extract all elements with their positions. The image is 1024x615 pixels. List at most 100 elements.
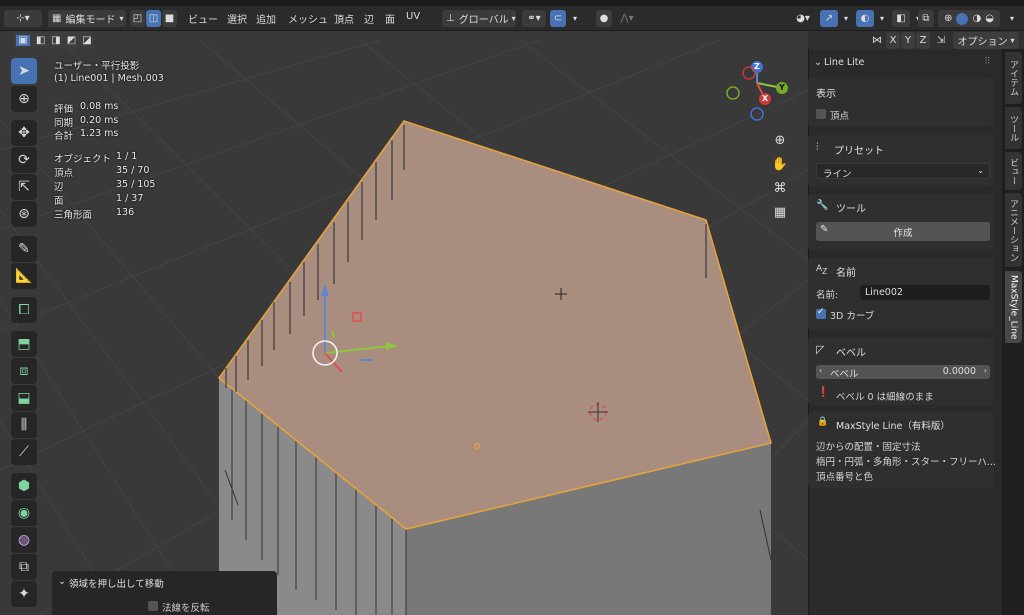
gizmo-menu[interactable]: ▾ [840,10,852,27]
select-intersect-icon[interactable]: ◪ [82,35,91,46]
cursor-tool[interactable]: ⊕ [11,86,37,112]
camera-icon[interactable]: ⌘ [770,178,790,198]
mesh-options-icon[interactable]: ⇲ [934,32,948,49]
3d-viewport[interactable]: Z Y X ⊕ ✋ ⌘ ▦ [0,31,808,615]
menu-face[interactable]: 面 [385,11,395,26]
gizmo-x-label[interactable]: X [762,94,768,103]
name-input[interactable]: Line002 [860,285,990,300]
select-new-icon[interactable]: ▣ [16,35,30,46]
pencil-icon: ✎ [820,224,829,235]
poly-build-tool[interactable]: ⬢ [11,473,37,499]
falloff-menu[interactable]: ⋀▾ [614,10,640,27]
solid-shading-icon[interactable] [956,12,969,25]
sidebar-header-title[interactable]: Line Lite [824,57,864,68]
flip-normals-checkbox[interactable] [148,601,158,611]
preset-dropdown[interactable]: ライン ⌄ [816,163,990,180]
xray-toggle[interactable]: ⧉ [918,10,934,27]
menu-vertex[interactable]: 頂点 [334,11,354,26]
menu-edge[interactable]: 辺 [364,11,374,26]
chevron-left-icon[interactable]: ‹ [819,366,822,375]
annotate-tool[interactable]: ✎ [11,236,37,262]
transform-orientation-select[interactable]: ⊥ グローバル ▾ [442,10,516,27]
options-dropdown[interactable]: オプション ▾ [953,32,1019,49]
stat-label: 辺 [54,182,64,193]
mode-label: 編集モード [65,15,116,26]
mirror-icon[interactable]: ⋈ [868,32,886,49]
measure-tool[interactable]: 📐 [11,263,37,289]
overlay-menu[interactable]: ▾ [876,10,888,27]
create-label: 作成 [893,227,913,239]
rotate-tool[interactable]: ⟳ [11,147,37,173]
proportional-edit-button[interactable]: ● [596,10,612,27]
scale-tool[interactable]: ⇱ [11,174,37,200]
drag-handle-icon[interactable]: ⠿ [984,57,991,67]
overlay-toggle[interactable]: ◐ [856,10,874,27]
editor-type-button[interactable]: ⊹▾ [4,10,42,27]
select-subtract-icon[interactable]: ◨ [51,35,60,46]
extrude-tool[interactable]: ⬒ [11,331,37,357]
select-extend-icon[interactable]: ◧ [36,35,45,46]
menu-uv[interactable]: UV [406,11,420,22]
smooth-tool[interactable]: ◍ [11,527,37,553]
knife-tool[interactable]: ⟋ [11,439,37,465]
menu-add[interactable]: 追加 [256,11,276,26]
select-box-tool[interactable]: ➤ [11,58,37,84]
last-operator-panel[interactable]: ⌄ 領域を押し出して移動 法線を反転 [52,571,277,615]
wireframe-shading-icon[interactable]: ⊕ [944,13,952,24]
name-title: 名前 [836,268,856,279]
bevel-icon: ⬓ [17,390,31,406]
snap-menu[interactable]: ▾ [568,10,582,27]
mesh-overlay-toggle[interactable]: ◧ [892,10,910,27]
curve-3d-checkbox[interactable]: ✓ [816,307,826,319]
menu-select[interactable]: 選択 [227,11,247,26]
move-tool[interactable]: ✥ [11,120,37,146]
snap-toggle[interactable]: ⊂ [550,10,566,27]
chevron-down-icon: ▾ [879,14,884,23]
gizmo-y-label[interactable]: Y [779,83,785,92]
vertex-checkbox[interactable] [816,109,826,119]
menu-mesh[interactable]: メッシュ [288,11,328,26]
vertex-select-button[interactable]: ◰ [130,10,145,27]
chevron-right-icon[interactable]: › [984,366,987,375]
tab-tool-label: ツール [1008,114,1018,142]
preset-title: プリセット [834,146,884,157]
edge-select-button[interactable]: ◫ [146,10,161,27]
gizmo-toggle[interactable]: ↗ [820,10,838,27]
select-invert-icon[interactable]: ◩ [67,35,76,46]
rendered-shading-icon[interactable]: ◒ [985,13,994,24]
add-cube-tool[interactable]: ⧠ [11,297,37,323]
preset-value: ライン [823,169,852,180]
shading-menu[interactable]: ▾ [1004,10,1020,27]
tab-item[interactable]: アイテム [1005,52,1022,104]
chevron-down-icon: ▾ [1010,36,1015,45]
gizmo-z-label[interactable]: Z [754,62,760,71]
shrink-fatten-tool[interactable]: ✦ [11,581,37,607]
axis-y-toggle[interactable]: Y [901,32,915,49]
spin-tool[interactable]: ◉ [11,500,37,526]
transform-tool[interactable]: ⊛ [11,201,37,227]
pivot-point-button[interactable]: ⚭▾ [522,10,546,27]
axis-x-toggle[interactable]: X [886,32,900,49]
grid-view-icon[interactable]: ▦ [770,202,790,222]
crosshair-icon: ⊕ [18,91,30,107]
edge-slide-tool[interactable]: ⧉ [11,554,37,580]
tab-animation[interactable]: アニメーション [1005,193,1022,267]
tab-view[interactable]: ビュー [1005,152,1022,190]
axis-z-toggle[interactable]: Z [916,32,930,49]
hand-pan-icon[interactable]: ✋ [770,154,790,174]
material-shading-icon[interactable]: ◑ [972,13,981,24]
visibility-menu[interactable]: ◕▾ [790,10,816,27]
zoom-icon[interactable]: ⊕ [770,130,790,150]
loop-cut-tool[interactable]: ⫼ [11,412,37,438]
face-select-button[interactable]: ■ [162,10,177,27]
extrude-icon: ⬒ [17,336,31,352]
bevel-tool[interactable]: ⬓ [11,385,37,411]
create-button[interactable]: ✎ 作成 [816,222,990,241]
menu-view[interactable]: ビュー [188,11,218,26]
tab-maxstyle-line[interactable]: MaxStyle_Line [1005,271,1022,343]
mode-select[interactable]: ▦ 編集モード ▾ [48,10,126,27]
bevel-number-field[interactable]: ‹ ベベル 0.0000 › [816,365,990,380]
tab-tool[interactable]: ツール [1005,107,1022,149]
inset-tool[interactable]: ⧈ [11,358,37,384]
tool-title: ツール [836,204,866,215]
